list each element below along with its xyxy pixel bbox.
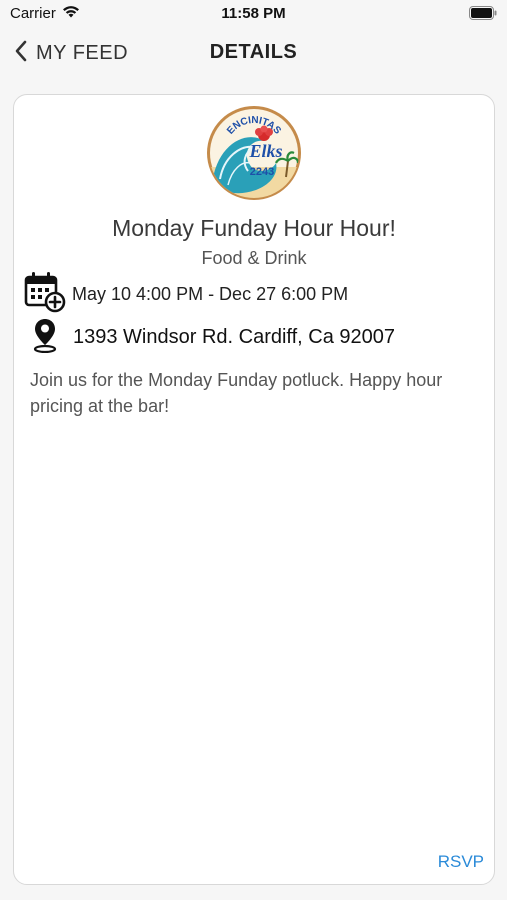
status-time: 11:58 PM <box>221 5 286 22</box>
event-location: 1393 Windsor Rd. Cardiff, Ca 92007 <box>73 326 396 348</box>
event-description: Join us for the Monday Funday potluck. H… <box>30 370 443 416</box>
calendar-add-icon[interactable] <box>24 271 66 318</box>
logo-number: 2243 <box>250 166 274 178</box>
event-logo: ENCINITAS Elks 2243 <box>206 105 302 201</box>
page-title: DETAILS <box>209 41 298 63</box>
status-bar: Carrier 11:58 PM <box>0 0 507 28</box>
battery-icon <box>469 6 497 20</box>
event-title: Monday Funday Hour Hour! <box>112 215 396 241</box>
event-date-row[interactable]: May 10 4:00 PM - Dec 27 6:00 PM <box>24 271 348 318</box>
event-location-row[interactable]: 1393 Windsor Rd. Cardiff, Ca 92007 <box>24 317 395 358</box>
event-date-range: May 10 4:00 PM - Dec 27 6:00 PM <box>72 284 349 304</box>
location-pin-icon <box>33 317 57 358</box>
navigation-bar: MY FEED DETAILS <box>0 28 507 78</box>
event-card: ENCINITAS Elks 2243 Monday Funday Hour H… <box>13 94 495 885</box>
logo-script-text: Elks <box>248 141 282 161</box>
rsvp-button[interactable]: RSVP <box>438 852 484 872</box>
event-category: Food & Drink <box>201 248 307 268</box>
